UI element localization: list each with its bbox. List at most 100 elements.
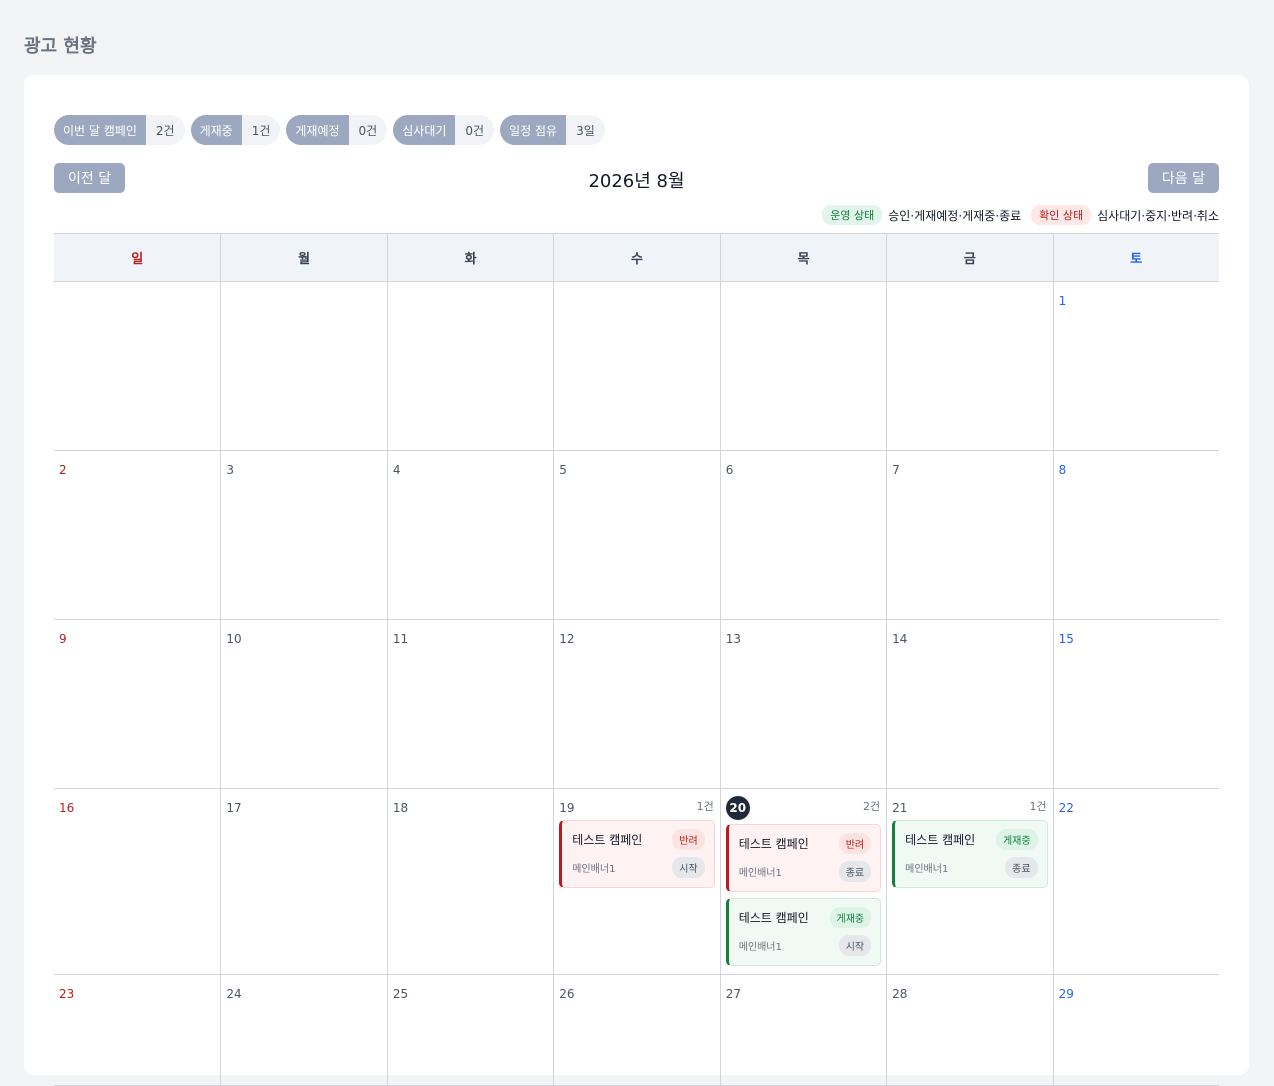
phase-badge: 시작: [838, 935, 872, 956]
day-cell[interactable]: 18: [386, 789, 553, 974]
stat-label: 일정 점유: [500, 115, 567, 145]
day-cell[interactable]: 6: [719, 451, 886, 619]
ad-slot-name: 메인배너1: [572, 864, 616, 875]
day-number: 22: [1058, 801, 1074, 815]
day-cell[interactable]: 14: [886, 620, 1052, 788]
stat-chip[interactable]: 이번 달 캠페인 2건: [54, 115, 185, 145]
day-cell[interactable]: 9: [54, 620, 220, 788]
day-cell[interactable]: 25: [386, 975, 553, 1085]
day-cell[interactable]: 13: [719, 620, 886, 788]
campaign-event[interactable]: 테스트 캠페인 반려 메인배너1 종료: [725, 824, 882, 892]
event-header: 테스트 캠페인 게재중: [905, 829, 1038, 850]
campaign-name: 테스트 캠페인: [905, 833, 976, 847]
month-title: 2026년 8월: [588, 171, 685, 192]
day-number: 28: [892, 987, 908, 1001]
stat-value: 3일: [576, 123, 595, 138]
day-cell[interactable]: 26: [553, 975, 719, 1085]
week-row: 23 24 25 26 27 28 29: [54, 975, 1219, 1086]
calendar-card: 이번 달 캠페인 2건 게재중 1건 게재예정 0건 심사대기 0건 일정 점유 3일 이전 달 …: [24, 75, 1249, 1086]
day-cell[interactable]: 17: [220, 789, 386, 974]
day-cell[interactable]: 7: [886, 451, 1052, 619]
stat-chip[interactable]: 게재예정 0건: [286, 115, 388, 145]
day-number: 5: [559, 463, 567, 477]
ad-slot-name: 메인배너1: [738, 868, 782, 879]
day-cell[interactable]: 4: [386, 451, 553, 619]
day-cell[interactable]: 3: [220, 451, 386, 619]
day-cell[interactable]: 28: [886, 975, 1052, 1085]
event-footer: 메인배너1 시작: [738, 935, 872, 956]
event-footer: 메인배너1 종료: [738, 861, 872, 882]
week-row: 2 3 4 5 6 7 8: [54, 451, 1219, 620]
day-number: 17: [226, 801, 242, 815]
weekday-label: 금: [886, 234, 1052, 281]
weekday-label: 일: [131, 252, 144, 267]
day-number: 12: [559, 632, 575, 646]
day-cell[interactable]: 29: [1052, 975, 1219, 1085]
stat-chip[interactable]: 게재중 1건: [190, 115, 281, 145]
day-cell[interactable]: 24: [220, 975, 386, 1085]
day-event-count: 1건: [1029, 800, 1047, 813]
day-number: 3: [226, 463, 235, 477]
day-cell[interactable]: 1: [1052, 282, 1219, 450]
weekday-label: 수: [553, 234, 719, 281]
stat-label: 심사대기: [393, 115, 456, 145]
calendar-body: 1 2 3 4 5 6 7 8 9 10 11 12 13 14 15 16 17 18 19 1건 테스트 캠페인 반려…: [54, 282, 1219, 1086]
event-list: 테스트 캠페인 반려 메인배너1 종료 테스트 캠페인 게재중 메인배너1 시작: [725, 824, 882, 966]
day-cell[interactable]: 16: [54, 789, 220, 974]
weekday-label: 목: [719, 234, 886, 281]
day-cell[interactable]: 21 1건 테스트 캠페인 게재중 메인배너1 종료: [886, 789, 1052, 974]
status-badge: 게재중: [995, 829, 1038, 850]
status-badge: 반려: [838, 833, 872, 854]
day-cell[interactable]: 20 2건 테스트 캠페인 반려 메인배너1 종료 테스트 캠페인 게재중 메인배너1 시작: [719, 789, 886, 974]
day-cell[interactable]: 2: [54, 451, 220, 619]
empty-day-cell: [886, 282, 1052, 450]
day-cell[interactable]: 5: [553, 451, 719, 619]
day-cell[interactable]: 22: [1052, 789, 1219, 974]
campaign-event[interactable]: 테스트 캠페인 반려 메인배너1 시작: [559, 820, 715, 888]
stat-label: 게재중: [190, 115, 242, 145]
day-number: 16: [59, 801, 75, 815]
day-cell[interactable]: 12: [553, 620, 719, 788]
weekday-header: 일 월화수목금토: [54, 234, 1219, 282]
day-number: 19: [559, 801, 575, 815]
day-cell[interactable]: 27: [719, 975, 886, 1085]
empty-day-cell: [719, 282, 886, 450]
next-month-button[interactable]: 다음 달: [1147, 163, 1219, 193]
day-number: 11: [392, 632, 409, 646]
day-event-count: 1건: [696, 800, 714, 813]
day-cell[interactable]: 8: [1052, 451, 1219, 619]
day-number: 9: [59, 632, 67, 646]
legend-operating-badge: 운영 상태: [822, 205, 883, 225]
event-header: 테스트 캠페인 게재중: [739, 907, 872, 928]
phase-badge: 종료: [1005, 857, 1038, 878]
campaign-event[interactable]: 테스트 캠페인 게재중메인배너1 시작: [725, 898, 882, 966]
stats-bar: 이번 달 캠페인 2건 게재중 1건 게재예정 0건 심사대기 0건 일정 점유 3일: [54, 115, 605, 145]
day-number: 24: [226, 987, 242, 1001]
stat-chip[interactable]: 심사대기 0건: [393, 115, 495, 145]
event-footer: 메인배너1 시작: [572, 857, 705, 878]
day-cell[interactable]: 10: [220, 620, 386, 788]
day-number: 10: [226, 632, 242, 646]
day-cell[interactable]: 11: [386, 620, 553, 788]
day-number: 23: [59, 987, 75, 1001]
day-number: 14: [892, 632, 908, 646]
stat-chip[interactable]: 일정 점유 3일: [500, 115, 605, 145]
ad-slot-name: 메인배너1: [738, 942, 782, 953]
campaign-event[interactable]: 테스트 캠페인 게재중메인배너1 종료: [892, 820, 1048, 888]
event-list: 테스트 캠페인 게재중메인배너1 종료: [892, 820, 1048, 888]
weekday-label: 화: [386, 234, 553, 281]
day-cell[interactable]: 23: [54, 975, 220, 1085]
day-number: 2: [59, 463, 67, 477]
stat-value: 1건: [251, 123, 271, 138]
day-number: 15: [1058, 632, 1074, 646]
weekday-label: 월: [220, 234, 386, 281]
phase-badge: 종료: [838, 861, 872, 882]
day-cell[interactable]: 15: [1052, 620, 1219, 788]
day-number: 27: [725, 987, 741, 1001]
status-legend: 운영 상태 승인·게재예정·게재중·종료 확인 상태 심사대기·중지·반려·취소: [822, 205, 1219, 225]
day-cell[interactable]: 19 1건테스트 캠페인 반려 메인배너1 시작: [553, 789, 719, 974]
week-row: 9 10 11 12 13 14 15: [54, 620, 1219, 789]
legend-check-text: 심사대기·중지·반려·취소: [1097, 208, 1219, 223]
day-number: 13: [725, 632, 741, 646]
event-footer: 메인배너1 종료: [905, 857, 1038, 878]
